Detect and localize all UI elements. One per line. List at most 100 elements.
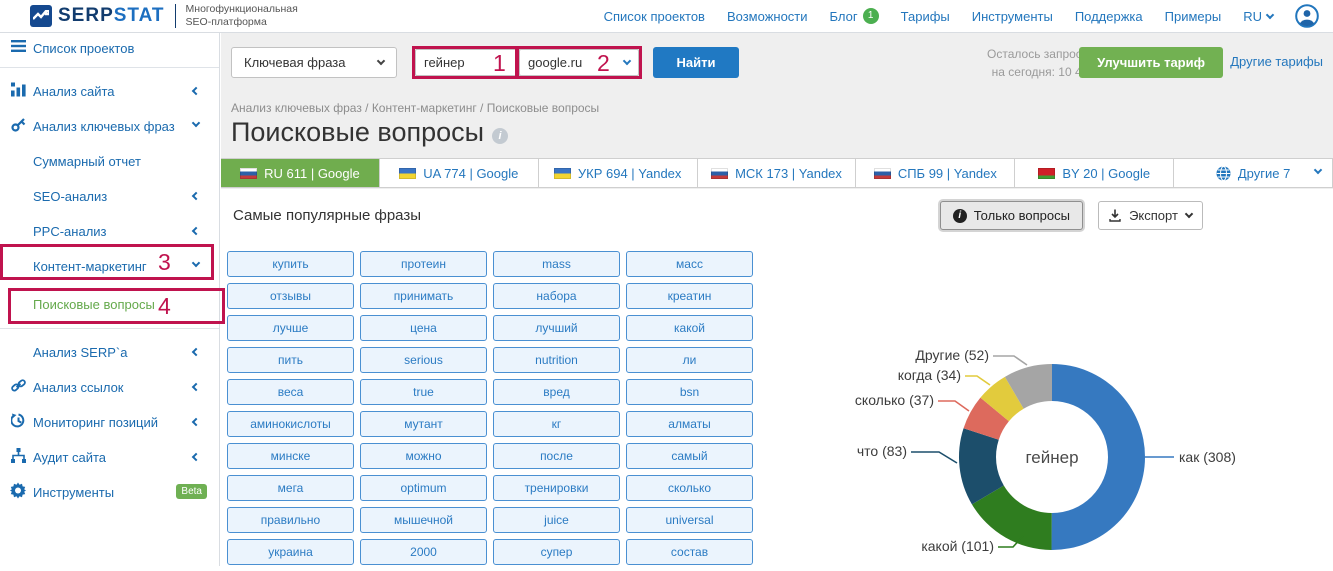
nav-item-blog[interactable]: Блог 1 [830,8,879,24]
sidebar-item-site-analysis[interactable]: Анализ сайта [0,74,219,109]
keyword-button[interactable]: вред [493,379,620,405]
panel-title: Самые популярные фразы [233,207,422,224]
language-switcher[interactable]: RU [1243,9,1275,24]
ua-flag-icon [553,167,571,179]
donut-leader-line [965,375,991,386]
keyword-button[interactable]: купить [227,251,354,277]
by-flag-icon [1038,167,1056,179]
keyword-button[interactable]: true [360,379,487,405]
keyword-button[interactable]: какой [626,315,753,341]
sidebar-item-ppc-analysis[interactable]: PPC-анализ [0,214,219,249]
keyword-button[interactable]: креатин [626,283,753,309]
keyword-button[interactable]: веса [227,379,354,405]
nav-item-examples[interactable]: Примеры [1165,9,1222,24]
sidebar-item-site-audit[interactable]: Аудит сайта [0,440,219,475]
sidebar-item-summary-report[interactable]: Суммарный отчет [0,144,219,179]
keyword-button[interactable]: состав [626,539,753,565]
keyword-button[interactable]: optimum [360,475,487,501]
logo[interactable]: SERPSTAT Многофункциональная SEO-платформ… [0,3,360,29]
sitemap-icon [9,447,27,468]
keyword-button[interactable]: самый [626,443,753,469]
sidebar-item-search-questions[interactable]: Поисковые вопросы [0,284,219,324]
keyword-button[interactable]: кг [493,411,620,437]
nav-item-support[interactable]: Поддержка [1075,9,1143,24]
chevron-down-icon [191,118,201,128]
keyword-button[interactable]: алматы [626,411,753,437]
nav-item-tools[interactable]: Инструменты [972,9,1053,24]
sidebar-item-serp-analysis[interactable]: Анализ SERP`a [0,335,219,370]
keyword-button[interactable]: сколько [626,475,753,501]
keyword-button[interactable]: juice [493,507,620,533]
ru-flag-icon [711,167,729,179]
info-icon[interactable]: i [492,127,509,144]
keyword-button[interactable]: пить [227,347,354,373]
sidebar-item-content-marketing[interactable]: Контент-маркетинг [0,249,219,284]
tab-by-google[interactable]: BY 20 | Google [1015,159,1175,187]
keyword-button[interactable]: можно [360,443,487,469]
sidebar-item-seo-analysis[interactable]: SEO-анализ [0,179,219,214]
keyword-button[interactable]: лучший [493,315,620,341]
sidebar-divider [0,67,219,68]
keyword-button[interactable]: протеин [360,251,487,277]
nav-item-projects[interactable]: Список проектов [604,9,705,24]
keyword-button[interactable]: супер [493,539,620,565]
keyword-button[interactable]: мышечной [360,507,487,533]
other-plans-link[interactable]: Другие тарифы [1230,54,1323,69]
tab-ru-google[interactable]: RU 611 | Google [221,159,380,187]
nav-item-pricing[interactable]: Тарифы [901,9,950,24]
keyword-button[interactable]: 2000 [360,539,487,565]
tab-other-regions[interactable]: Другие 7 [1174,159,1333,187]
keyword-button[interactable]: ли [626,347,753,373]
keyword-button[interactable]: после [493,443,620,469]
keyword-button[interactable]: правильно [227,507,354,533]
chevron-left-icon [191,452,201,462]
search-query-input[interactable] [415,49,527,76]
keyword-button[interactable]: тренировки [493,475,620,501]
annotation-number-3: 3 [158,249,171,275]
keyword-button[interactable]: масс [626,251,753,277]
chevron-down-icon [1265,10,1275,19]
keyword-button[interactable]: принимать [360,283,487,309]
logo-text: SERPSTAT [58,5,165,26]
keyword-button[interactable]: serious [360,347,487,373]
search-button[interactable]: Найти [653,47,739,78]
upgrade-plan-button[interactable]: Улучшить тариф [1079,47,1223,78]
search-type-select[interactable]: Ключевая фраза [231,47,397,78]
keyword-button[interactable]: аминокислоты [227,411,354,437]
keyword-button[interactable]: мутант [360,411,487,437]
keyword-button[interactable]: отзывы [227,283,354,309]
hamburger-icon[interactable] [9,39,27,57]
search-region-select[interactable]: google.ru [519,49,639,76]
keyword-button[interactable]: мега [227,475,354,501]
logo-divider [174,4,176,28]
keyword-button[interactable]: цена [360,315,487,341]
nav-item-features[interactable]: Возможности [727,9,808,24]
tab-spb-yandex[interactable]: СПБ 99 | Yandex [856,159,1016,187]
chevron-left-icon [191,417,201,427]
keyword-button[interactable]: nutrition [493,347,620,373]
sidebar-item-backlink-analysis[interactable]: Анализ ссылок [0,370,219,405]
keyword-button[interactable]: universal [626,507,753,533]
logo-tagline: Многофункциональная SEO-платформа [185,2,298,28]
sidebar-item-projects[interactable]: Список проектов [0,33,219,63]
user-avatar[interactable] [1295,4,1319,28]
sidebar-item-keyword-analysis[interactable]: Анализ ключевых фраз [0,109,219,144]
tab-msk-yandex[interactable]: МСК 173 | Yandex [697,159,857,187]
export-button[interactable]: Экспорт [1098,201,1203,230]
keyword-button[interactable]: набора [493,283,620,309]
keyword-button[interactable]: минске [227,443,354,469]
tab-ukr-yandex[interactable]: УКР 694 | Yandex [538,159,698,187]
tab-ua-google[interactable]: UA 774 | Google [379,159,539,187]
only-questions-button[interactable]: i Только вопросы [939,201,1083,230]
beta-badge: Beta [176,484,207,499]
donut-leader-line [993,355,1028,366]
keyword-button[interactable]: mass [493,251,620,277]
sidebar-item-rank-tracking[interactable]: Мониторинг позиций [0,405,219,440]
donut-leader-line [938,400,970,412]
keyword-button[interactable]: bsn [626,379,753,405]
sidebar-divider [0,328,219,329]
keyword-button[interactable]: лучше [227,315,354,341]
sidebar-item-tools[interactable]: Инструменты Beta [0,475,219,510]
chevron-left-icon [191,382,201,392]
keyword-button[interactable]: украина [227,539,354,565]
